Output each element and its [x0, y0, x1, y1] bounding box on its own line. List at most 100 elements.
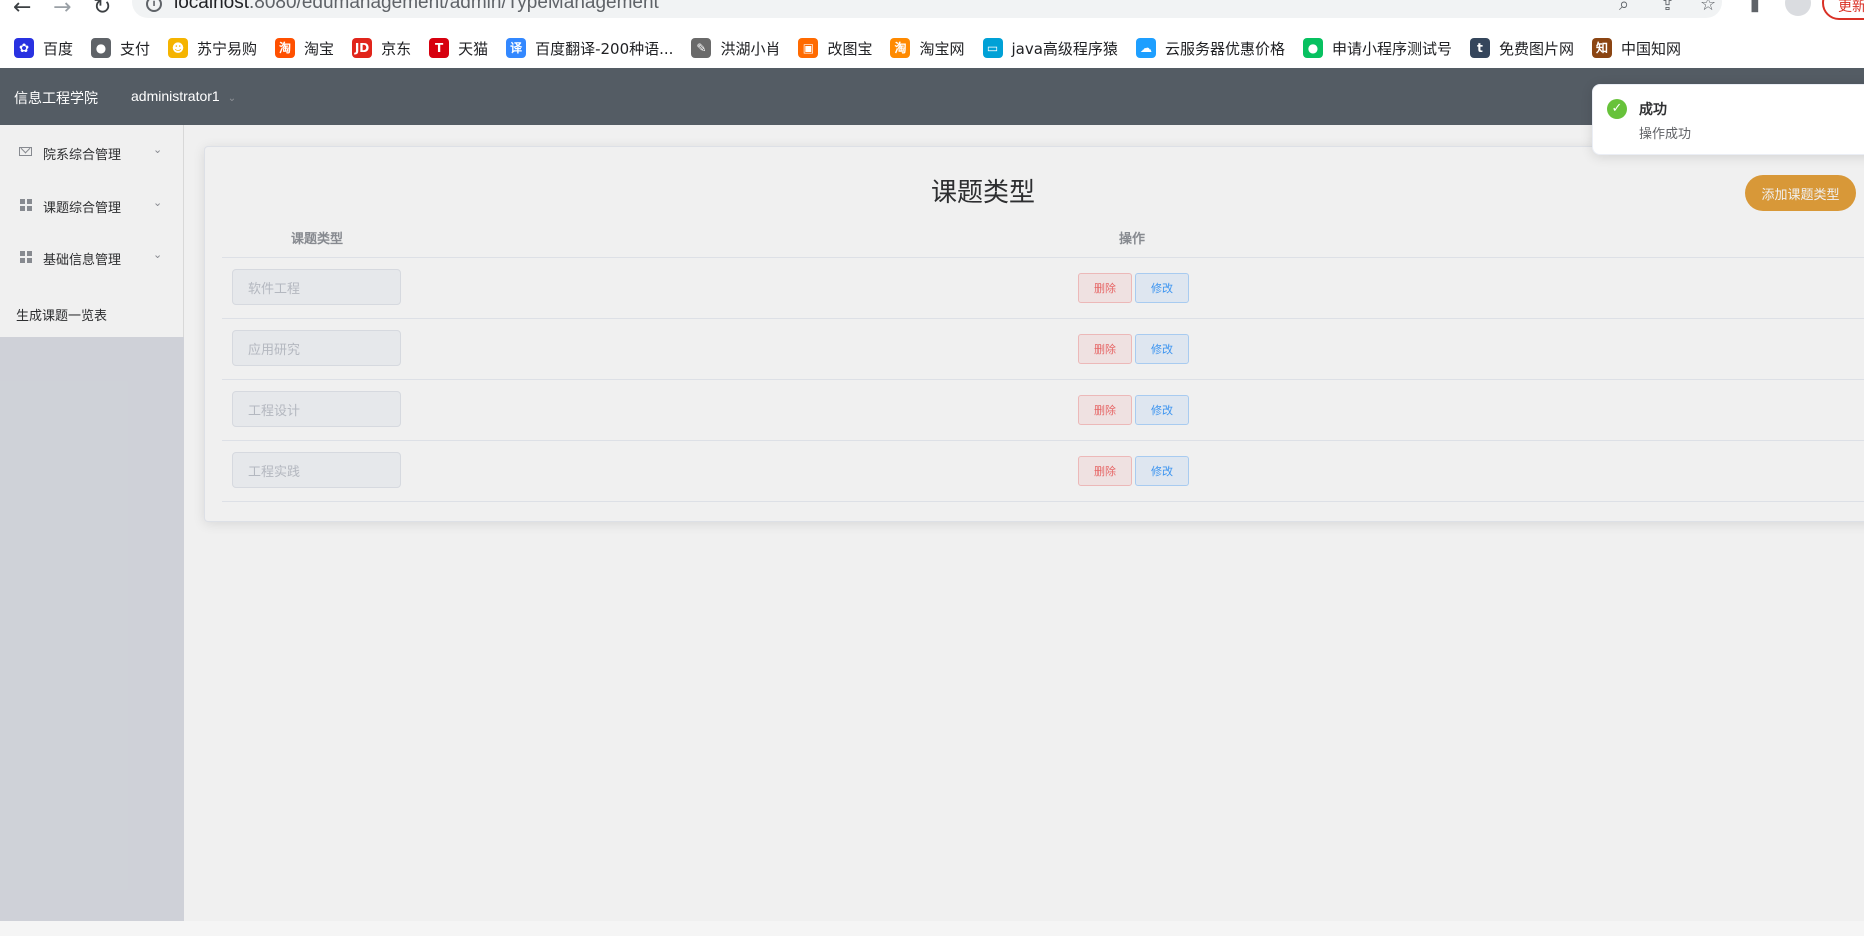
bookmark-label: 百度翻译-200种语...	[535, 39, 674, 58]
bookmark-label: 支付	[120, 39, 151, 58]
profile-avatar[interactable]	[1785, 0, 1811, 16]
bookmark-item[interactable]: t 免费图片网	[1469, 38, 1574, 59]
bookmark-label: 洪湖小肖	[720, 39, 781, 58]
zoom-icon[interactable]: ⌕	[1619, 0, 1629, 15]
sidebar: 院系综合管理 ⌄ 课题综合管理 ⌄ 基础信息管理 ⌄ 生成课题一览表	[0, 125, 184, 921]
notification-message: 操作成功	[1639, 127, 1692, 142]
edit-button[interactable]: 修改	[1135, 273, 1189, 303]
topic-type-input[interactable]	[232, 269, 401, 305]
page: ← → ↻ i localhost:8080/edumanagement/adm…	[0, 0, 1864, 936]
back-arrow-icon[interactable]: ←	[13, 0, 31, 20]
topic-type-input[interactable]	[232, 330, 401, 366]
bookmark-item[interactable]: ✿ 百度	[14, 38, 73, 59]
bookmark-label: 云服务器优惠价格	[1164, 39, 1285, 58]
url-text[interactable]: localhost:8080/edumanagement/admin/TypeM…	[174, 0, 659, 14]
bilibili-tv-icon: ▭	[982, 38, 1003, 58]
topic-type-input[interactable]	[232, 452, 401, 488]
bookmark-item[interactable]: ☻ 苏宁易购	[168, 38, 257, 59]
envelope-icon	[19, 147, 32, 156]
success-notification: ✓ 成功 操作成功	[1592, 84, 1864, 155]
check-circle-icon: ✓	[1607, 99, 1627, 119]
gaitubao-icon: ▣	[798, 38, 819, 58]
chevron-down-icon: ⌄	[153, 143, 163, 156]
grid-icon	[20, 251, 32, 263]
reload-icon[interactable]: ↻	[93, 0, 111, 20]
column-header-actions: 操作	[1119, 232, 1146, 247]
delete-button[interactable]: 删除	[1078, 395, 1132, 425]
bookmark-item[interactable]: 淘淘宝	[275, 38, 334, 59]
bookmark-item[interactable]: 知中国知网	[1591, 38, 1681, 59]
bookmark-item[interactable]: 淘淘宝网	[890, 38, 965, 59]
bookmark-label: 申请小程序测试号	[1331, 39, 1452, 58]
delete-button[interactable]: 删除	[1078, 273, 1132, 303]
forward-arrow-icon[interactable]: →	[53, 0, 71, 20]
taobao-icon: 淘	[890, 38, 911, 58]
baidu-paw-icon: ✿	[14, 38, 34, 58]
bookmarks-bar: ✿ 百度 ● 支付 ☻ 苏宁易购淘淘宝 JD 京东 T 天猫译百度翻译-200种语... ✎ 洪湖小肖…	[0, 28, 1864, 68]
edit-button[interactable]: 修改	[1135, 456, 1189, 486]
page-title: 课题类型	[930, 178, 1035, 208]
browser-address-bar: ← → ↻ i localhost:8080/edumanagement/adm…	[0, 0, 1864, 28]
window-bottom-edge	[0, 921, 1864, 936]
bookmark-item[interactable]: T 天猫	[429, 38, 488, 59]
delete-button[interactable]: 删除	[1078, 334, 1132, 364]
bookmark-item[interactable]: ✎ 洪湖小肖	[691, 38, 780, 59]
sidebar-item-label: 院系综合管理	[43, 148, 122, 163]
table-divider	[222, 257, 1864, 258]
user-dropdown[interactable]: administrator1 ⌄	[131, 88, 236, 104]
taobao-icon: 淘	[275, 38, 296, 58]
notification-title: 成功	[1639, 102, 1667, 118]
cnki-icon: 知	[1591, 38, 1612, 58]
bookmark-label: 中国知网	[1620, 39, 1681, 58]
bookmark-item[interactable]: ● 支付	[91, 38, 150, 59]
bookmark-label: 改图宝	[827, 39, 873, 58]
sidebar-item-label: 基础信息管理	[43, 253, 122, 268]
bookmark-label: java高级程序猿	[1011, 39, 1118, 58]
suning-lion-icon: ☻	[168, 38, 189, 58]
bookmark-label: 淘宝	[304, 39, 335, 58]
tmall-icon: T	[429, 38, 450, 58]
table-divider	[222, 440, 1864, 441]
add-topic-type-button[interactable]: 添加课题类型	[1745, 175, 1856, 211]
bookmark-label: 百度	[43, 39, 74, 58]
bookmark-label: 京东	[381, 39, 412, 58]
sidebar-item-basic-info[interactable]: 基础信息管理 ⌄	[0, 230, 183, 282]
bookmark-label: 淘宝网	[919, 39, 965, 58]
bookmark-label: 苏宁易购	[197, 39, 258, 58]
wechat-icon: ●	[1302, 38, 1323, 58]
edit-button[interactable]: 修改	[1135, 334, 1189, 364]
bookmark-item[interactable]: ▣ 改图宝	[798, 38, 872, 59]
url-path: :8080/edumanagement/admin/TypeManagement	[249, 0, 659, 13]
sidebar-menu: 院系综合管理 ⌄ 课题综合管理 ⌄ 基础信息管理 ⌄ 生成课题一览表	[0, 125, 184, 337]
bookmark-item[interactable]: ☁ 云服务器优惠价格	[1135, 38, 1285, 59]
bookmark-item[interactable]: 译百度翻译-200种语...	[506, 38, 673, 59]
bookmark-item[interactable]: JD 京东	[352, 38, 411, 59]
bookmark-label: 天猫	[458, 39, 489, 58]
jd-icon: JD	[352, 38, 373, 58]
topic-type-input[interactable]	[232, 391, 401, 427]
app-header: 信息工程学院 administrator1 ⌄	[0, 68, 1864, 125]
update-button[interactable]: 更新	[1822, 0, 1864, 20]
table-divider	[222, 379, 1864, 380]
bookmark-label: 免费图片网	[1498, 39, 1574, 58]
bookmark-item[interactable]: ● 申请小程序测试号	[1302, 38, 1452, 59]
chevron-down-icon: ⌄	[227, 93, 237, 104]
sidebar-item-department[interactable]: 院系综合管理 ⌄	[0, 125, 183, 177]
tumblr-icon: t	[1469, 38, 1490, 58]
share-icon[interactable]: ⇪	[1660, 0, 1675, 15]
column-header-type: 课题类型	[291, 232, 344, 247]
url-host: localhost	[174, 0, 249, 13]
star-icon[interactable]: ☆	[1700, 0, 1716, 15]
chevron-down-icon: ⌄	[153, 248, 163, 261]
cloud-icon: ☁	[1135, 38, 1156, 58]
side-panel-icon[interactable]: ▮	[1750, 0, 1760, 15]
pay-icon: ●	[91, 38, 112, 58]
edit-button[interactable]: 修改	[1135, 395, 1189, 425]
user-name: administrator1	[131, 88, 220, 104]
sidebar-item-topic-list[interactable]: 生成课题一览表	[16, 305, 107, 324]
bookmark-item[interactable]: ▭ java高级程序猿	[982, 38, 1118, 59]
delete-button[interactable]: 删除	[1078, 456, 1132, 486]
feather-icon: ✎	[691, 38, 712, 58]
translate-icon: 译	[506, 38, 527, 58]
table-divider	[222, 318, 1864, 319]
